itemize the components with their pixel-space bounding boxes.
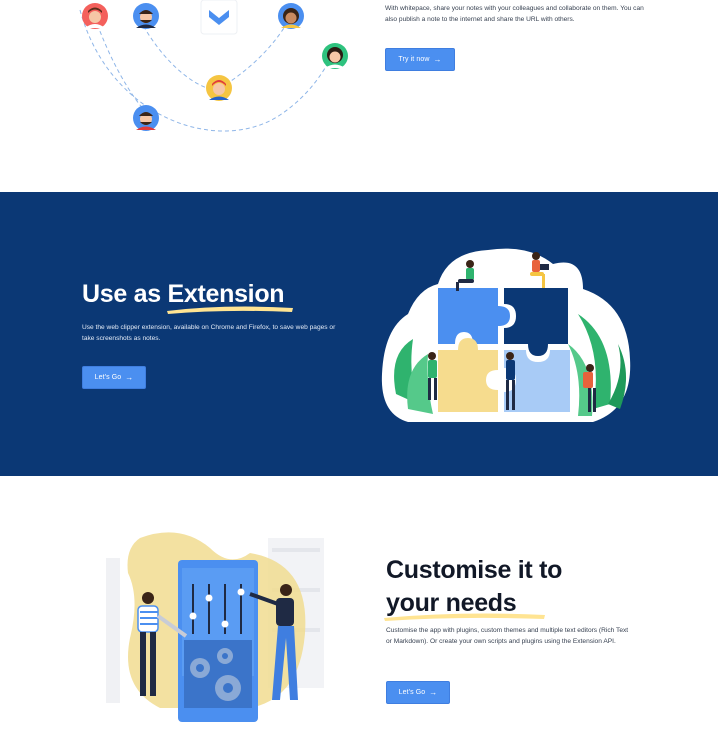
- extension-description: Use the web clipper extension, available…: [82, 324, 336, 342]
- extension-button-label: Let's Go: [94, 374, 122, 381]
- customise-title-highlight-wrap: your needs: [384, 587, 545, 621]
- extension-title-prefix: Use as: [82, 280, 161, 308]
- customise-description: Customise the app with plugins, custom t…: [386, 627, 629, 645]
- customise-title-line1: Customise it to: [386, 556, 563, 584]
- customise-button-label: Let's Go: [398, 689, 426, 696]
- extension-title-highlight: Extension: [167, 280, 285, 308]
- avatar-icon: [133, 105, 159, 131]
- avatar-icon: [278, 3, 304, 29]
- whitepace-logo-icon: [200, 0, 238, 35]
- customise-section: Customise it to your needs Customise the…: [0, 476, 718, 747]
- puzzle-team-illustration: [381, 248, 631, 422]
- customise-title-line2: your needs: [384, 587, 562, 621]
- try-it-now-label: Try it now: [398, 56, 430, 63]
- avatar-icon: [206, 75, 232, 101]
- try-it-now-button[interactable]: Try it now →: [385, 48, 455, 71]
- avatar-icon: [133, 3, 159, 29]
- arrow-right-icon: →: [429, 687, 438, 697]
- arrow-right-icon: →: [433, 54, 442, 64]
- customise-lets-go-button[interactable]: Let's Go →: [386, 681, 450, 704]
- extension-lets-go-button[interactable]: Let's Go →: [82, 366, 146, 389]
- customise-title: Customise it to your needs: [384, 554, 563, 621]
- collaboration-illustration: [79, 0, 348, 132]
- extension-section: Use as Extension Use the web clipper ext…: [0, 192, 718, 476]
- collaboration-description: With whitepace, share your notes with yo…: [385, 5, 644, 23]
- avatar-icon: [82, 3, 108, 29]
- avatar-icon: [322, 43, 348, 69]
- extension-title-highlight-wrap: Extension: [167, 280, 294, 314]
- collaboration-section: With whitepace, share your notes with yo…: [0, 0, 718, 192]
- customise-illustration: [106, 532, 324, 722]
- customise-title-highlight: your needs: [386, 589, 517, 617]
- arrow-right-icon: →: [125, 372, 134, 382]
- extension-title: Use as Extension: [82, 280, 294, 314]
